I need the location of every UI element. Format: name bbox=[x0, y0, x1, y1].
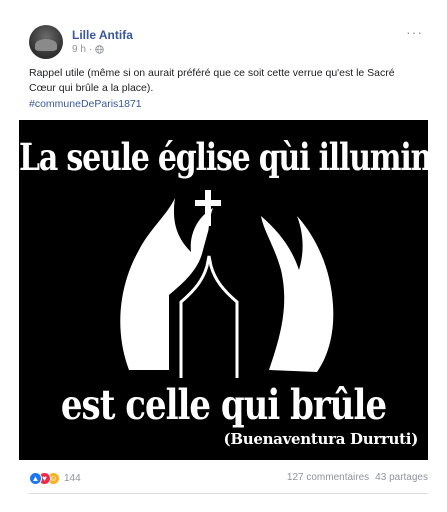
hashtag-link[interactable]: #communeDeParis1871 bbox=[29, 98, 142, 110]
globe-icon[interactable] bbox=[95, 45, 104, 54]
image-headline-bottom: est celle qui brûle bbox=[60, 382, 387, 430]
reaction-count: 144 bbox=[64, 473, 81, 484]
cross-horizontal bbox=[195, 200, 221, 206]
facebook-post: Lille Antifa 9 h · ··· Rappel utile (mêm… bbox=[0, 0, 447, 512]
footer-divider bbox=[29, 493, 428, 494]
like-icon: ▲ bbox=[29, 472, 42, 485]
shares-count-link[interactable]: 43 partages bbox=[375, 472, 428, 483]
image-quote-author: (Buenaventura Durruti) bbox=[223, 430, 419, 448]
post-footer: ▲ ♥ ☺ 144 127 commentaires 43 partages bbox=[29, 472, 428, 490]
flame-shape-right bbox=[261, 216, 334, 372]
post-header: Lille Antifa 9 h · ··· bbox=[29, 25, 433, 61]
comments-count-link[interactable]: 127 commentaires bbox=[287, 472, 369, 483]
more-options-button[interactable]: ··· bbox=[406, 25, 423, 39]
avatar[interactable] bbox=[29, 25, 63, 59]
post-meta: 9 h · bbox=[72, 44, 104, 55]
reactions-summary[interactable]: ▲ ♥ ☺ 144 bbox=[29, 472, 81, 485]
cross-vertical bbox=[205, 190, 211, 226]
post-time[interactable]: 9 h bbox=[72, 44, 86, 55]
avatar-image bbox=[35, 39, 57, 51]
post-text: Rappel utile (même si on aurait préféré … bbox=[29, 67, 395, 94]
meta-separator: · bbox=[88, 44, 93, 55]
author-name[interactable]: Lille Antifa bbox=[72, 28, 133, 42]
image-headline-top: La seule église qùi illumine bbox=[19, 136, 428, 180]
post-image[interactable]: La seule église qùi illumine est celle q… bbox=[19, 120, 428, 460]
engagement-stats: 127 commentaires 43 partages bbox=[287, 472, 428, 483]
